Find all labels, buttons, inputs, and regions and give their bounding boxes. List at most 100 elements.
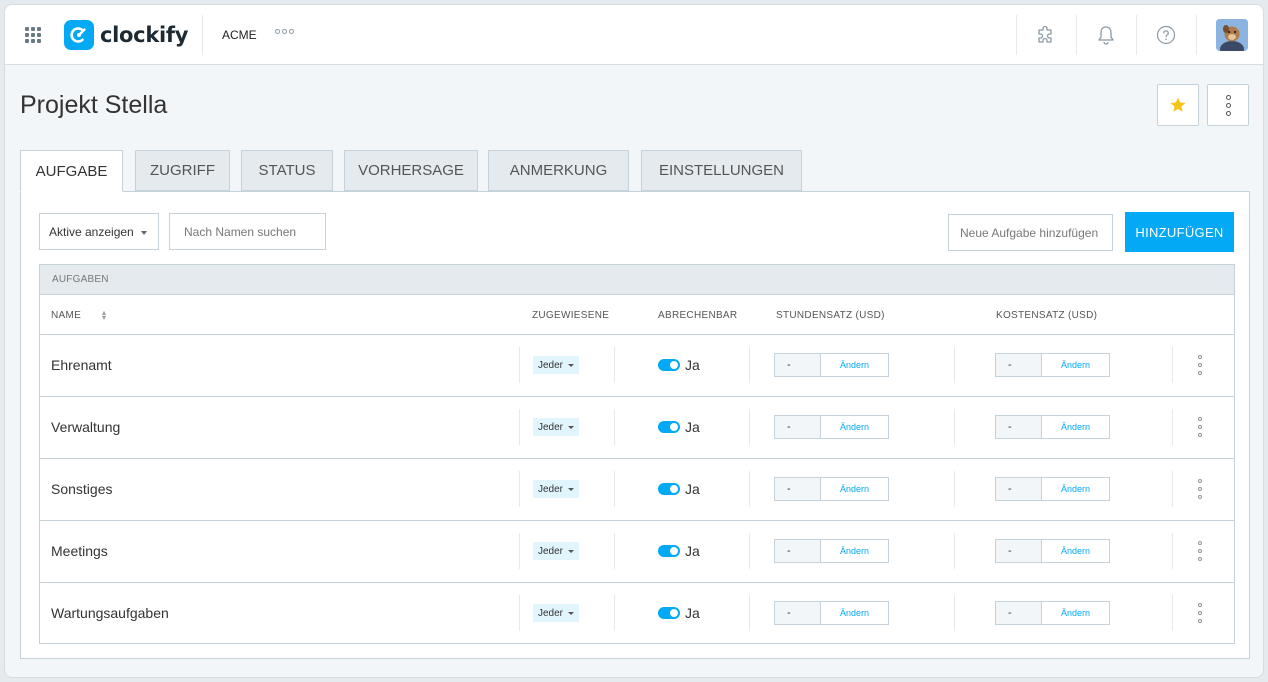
tab-aufgabe[interactable]: AUFGABE	[20, 150, 123, 192]
billable-toggle[interactable]	[658, 545, 680, 557]
row-options-icon[interactable]	[1197, 479, 1203, 499]
row-options-icon[interactable]	[1197, 355, 1203, 375]
task-name[interactable]: Sonstiges	[51, 481, 112, 497]
billable-toggle[interactable]	[658, 421, 680, 433]
row-options-icon[interactable]	[1197, 417, 1203, 437]
tab-vorhersage[interactable]: VORHERSAGE	[344, 150, 478, 191]
hourly-rate-value: -	[775, 416, 821, 438]
cost-rate-field: - Ändern	[995, 477, 1110, 501]
workspace-menu-icon[interactable]	[275, 29, 294, 34]
billable-label: Ja	[685, 605, 700, 621]
new-task-input[interactable]	[948, 214, 1113, 251]
app-name: clockify	[100, 23, 189, 47]
table-row: Sonstiges Jeder Ja - Ändern - Ändern	[40, 459, 1234, 521]
billable-toggle[interactable]	[658, 483, 680, 495]
project-options-button[interactable]	[1207, 84, 1249, 126]
hourly-rate-change-button[interactable]: Ändern	[821, 354, 888, 376]
assigned-badge[interactable]: Jeder	[533, 480, 580, 498]
help-icon[interactable]	[1154, 23, 1178, 47]
column-header-billable: ABRECHENBAR	[658, 310, 738, 321]
assigned-badge[interactable]: Jeder	[533, 418, 580, 436]
billable-label: Ja	[685, 543, 700, 559]
assigned-label: Jeder	[538, 359, 564, 371]
clockify-logo-icon	[64, 20, 94, 50]
billable-label: Ja	[685, 357, 700, 373]
task-name[interactable]: Wartungsaufgaben	[51, 605, 169, 621]
cost-rate-value: -	[996, 478, 1042, 500]
caret-down-icon	[568, 363, 575, 367]
cost-rate-value: -	[996, 354, 1042, 376]
table-row: Verwaltung Jeder Ja - Ändern - Ändern	[40, 397, 1234, 459]
billable-label: Ja	[685, 481, 700, 497]
status-filter-select[interactable]: Aktive anzeigen	[39, 213, 159, 250]
app-window: clockify ACME Projekt Stella AUFGABE ZUG…	[4, 4, 1264, 678]
apps-grid-icon[interactable]	[25, 27, 41, 43]
assigned-label: Jeder	[538, 483, 564, 495]
caret-down-icon	[568, 425, 575, 429]
cost-rate-change-button[interactable]: Ändern	[1042, 416, 1109, 438]
row-options-icon[interactable]	[1197, 541, 1203, 561]
table-row: Wartungsaufgaben Jeder Ja - Ändern - Änder…	[40, 583, 1234, 644]
billable-toggle[interactable]	[658, 607, 680, 619]
billable-label: Ja	[685, 419, 700, 435]
cost-rate-value: -	[996, 416, 1042, 438]
cost-rate-change-button[interactable]: Ändern	[1042, 602, 1109, 624]
task-name[interactable]: Ehrenamt	[51, 357, 112, 373]
column-header-hourly-rate: STUNDENSATZ (USD)	[776, 310, 885, 321]
hourly-rate-field: - Ändern	[774, 415, 889, 439]
column-header-name[interactable]: NAME ▴ ▾	[51, 309, 106, 322]
table-row: Meetings Jeder Ja - Ändern - Ändern	[40, 521, 1234, 583]
cost-rate-value: -	[996, 602, 1042, 624]
tab-einstellungen[interactable]: EINSTELLUNGEN	[641, 150, 802, 191]
tab-zugriff[interactable]: ZUGRIFF	[135, 150, 230, 191]
task-name[interactable]: Verwaltung	[51, 419, 120, 435]
hourly-rate-field: - Ändern	[774, 601, 889, 625]
tab-status[interactable]: STATUS	[241, 150, 333, 191]
star-icon	[1170, 97, 1186, 112]
cost-rate-field: - Ändern	[995, 601, 1110, 625]
hourly-rate-value: -	[775, 354, 821, 376]
billable-toggle[interactable]	[658, 359, 680, 371]
cost-rate-field: - Ändern	[995, 353, 1110, 377]
caret-down-icon	[568, 549, 575, 553]
caret-down-icon	[568, 487, 575, 491]
search-input[interactable]	[169, 213, 326, 250]
favorite-button[interactable]	[1157, 84, 1199, 126]
cost-rate-change-button[interactable]: Ändern	[1042, 540, 1109, 562]
page-title: Projekt Stella	[20, 91, 168, 119]
more-vertical-icon	[1225, 94, 1231, 116]
hourly-rate-change-button[interactable]: Ändern	[821, 478, 888, 500]
top-bar: clockify ACME	[5, 5, 1263, 65]
cost-rate-value: -	[996, 540, 1042, 562]
hourly-rate-change-button[interactable]: Ändern	[821, 540, 888, 562]
hourly-rate-change-button[interactable]: Ändern	[821, 416, 888, 438]
add-task-button[interactable]: HINZUFÜGEN	[1125, 212, 1234, 252]
hourly-rate-change-button[interactable]: Ändern	[821, 602, 888, 624]
hourly-rate-field: - Ändern	[774, 477, 889, 501]
caret-down-icon	[141, 231, 147, 235]
table-row: Ehrenamt Jeder Ja - Ändern - Ändern	[40, 335, 1234, 397]
table-header: NAME ▴ ▾ ZUGEWIESENE ABRECHENBAR STUNDENS…	[40, 295, 1234, 335]
hourly-rate-value: -	[775, 478, 821, 500]
cost-rate-field: - Ändern	[995, 415, 1110, 439]
user-avatar[interactable]	[1216, 19, 1248, 51]
bell-icon[interactable]	[1094, 23, 1118, 47]
sort-icon[interactable]: ▴ ▾	[102, 309, 106, 322]
assigned-badge[interactable]: Jeder	[533, 356, 580, 374]
hourly-rate-value: -	[775, 602, 821, 624]
column-header-cost-rate: KOSTENSATZ (USD)	[996, 310, 1098, 321]
workspace-name[interactable]: ACME	[222, 28, 257, 42]
task-name[interactable]: Meetings	[51, 543, 108, 559]
status-filter-value: Aktive anzeigen	[49, 224, 134, 239]
cost-rate-change-button[interactable]: Ändern	[1042, 354, 1109, 376]
cost-rate-change-button[interactable]: Ändern	[1042, 478, 1109, 500]
cost-rate-field: - Ändern	[995, 539, 1110, 563]
puzzle-icon[interactable]	[1034, 23, 1058, 47]
assigned-badge[interactable]: Jeder	[533, 604, 580, 622]
assigned-label: Jeder	[538, 421, 564, 433]
row-options-icon[interactable]	[1197, 603, 1203, 623]
tab-anmerkung[interactable]: ANMERKUNG	[488, 150, 629, 191]
hourly-rate-value: -	[775, 540, 821, 562]
assigned-badge[interactable]: Jeder	[533, 542, 580, 560]
clockify-logo[interactable]: clockify	[64, 20, 188, 50]
